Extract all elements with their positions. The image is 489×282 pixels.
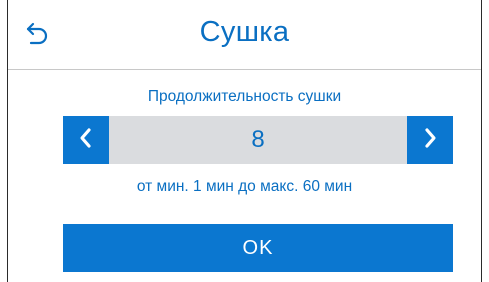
decrease-button[interactable] [63,116,109,164]
duration-stepper: 8 [63,116,453,164]
header-bar: Сушка [8,0,481,70]
setting-label: Продолжительность сушки [147,88,342,105]
screen-frame: Сушка Продолжительность сушки 8 от мин. … [7,0,482,282]
increase-button[interactable] [407,116,453,164]
chevron-left-icon [77,127,95,154]
chevron-right-icon [421,127,439,154]
duration-value: 8 [251,126,265,153]
ok-button[interactable]: OK [63,224,453,272]
page-title: Сушка [199,16,290,48]
range-hint: от мин. 1 мин до макс. 60 мин [136,178,353,195]
